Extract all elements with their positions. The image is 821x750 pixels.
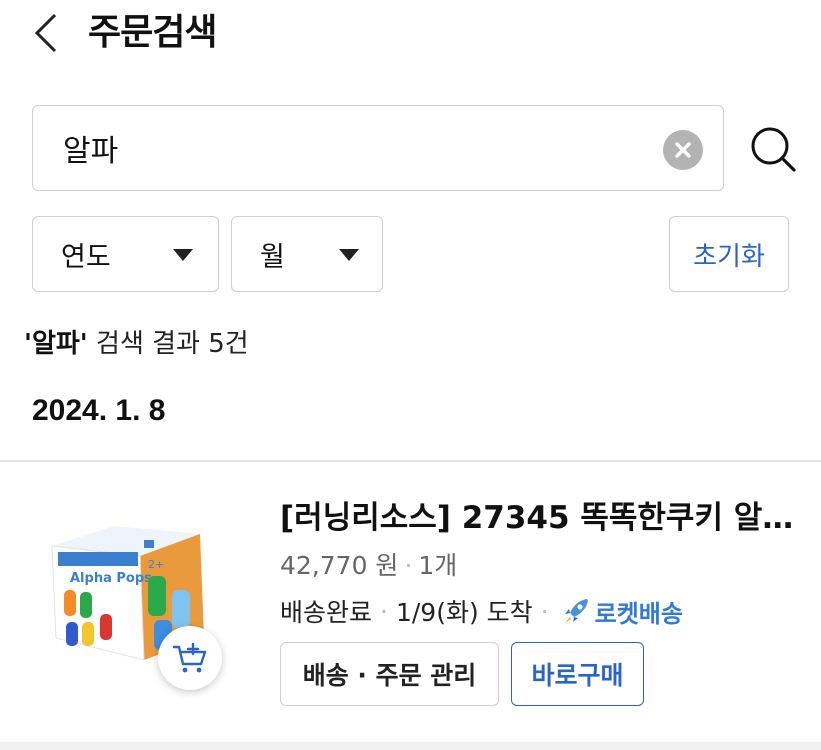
month-select-label: 월: [260, 241, 285, 273]
price-line: 42,770 원 · 1개: [280, 546, 457, 582]
divider: [0, 460, 821, 462]
cart-plus-icon: [172, 642, 207, 673]
year-select-label: 연도: [61, 241, 111, 273]
delivery-line: 배송완료 · 1/9(화) 도착 · 로켓배송: [280, 593, 683, 629]
back-button[interactable]: [28, 10, 64, 56]
search-box: [32, 105, 724, 191]
rocket-delivery-badge: 로켓배송: [561, 594, 683, 629]
chevron-left-icon: [34, 13, 57, 53]
separator-dot: ·: [540, 596, 549, 626]
clear-search-button[interactable]: [663, 130, 703, 170]
separator-dot: ·: [404, 551, 413, 580]
add-to-cart-button[interactable]: [158, 626, 222, 690]
rocket-delivery-label: 로켓배송: [594, 599, 683, 628]
delivery-status: 배송완료: [280, 598, 373, 627]
header: 주문검색: [0, 0, 821, 70]
age-badge: 2+: [148, 558, 164, 571]
result-summary: '알파' 검색 결과 5건: [24, 323, 249, 360]
page-title: 주문검색: [88, 12, 217, 53]
result-count-text: 검색 결과 5건: [87, 329, 249, 359]
manage-order-button[interactable]: 배송 · 주문 관리: [280, 642, 499, 706]
separator-dot: ·: [380, 596, 388, 626]
product-quantity: 1개: [418, 551, 458, 580]
buy-now-button[interactable]: 바로구매: [511, 642, 644, 706]
product-price: 42,770 원: [280, 551, 399, 580]
order-date: 2024. 1. 8: [32, 394, 166, 427]
caret-down-icon: [339, 249, 359, 261]
search-input[interactable]: [63, 106, 663, 190]
result-keyword: '알파': [24, 329, 88, 359]
search-icon: [751, 127, 796, 172]
month-select[interactable]: 월: [231, 216, 383, 292]
bottom-divider: [0, 742, 821, 750]
search-button[interactable]: [748, 124, 798, 174]
product-box-title: Alpha Pops: [70, 571, 152, 586]
arrival-date: 1/9(화) 도착: [395, 598, 533, 627]
product-name[interactable]: [러닝리소스] 27345 똑똑한쿠키 알파팝스: [280, 498, 800, 538]
reset-button[interactable]: 초기화: [669, 216, 789, 292]
rocket-icon: [564, 599, 588, 623]
close-icon: [675, 142, 691, 158]
caret-down-icon: [173, 249, 193, 261]
year-select[interactable]: 연도: [32, 216, 219, 292]
